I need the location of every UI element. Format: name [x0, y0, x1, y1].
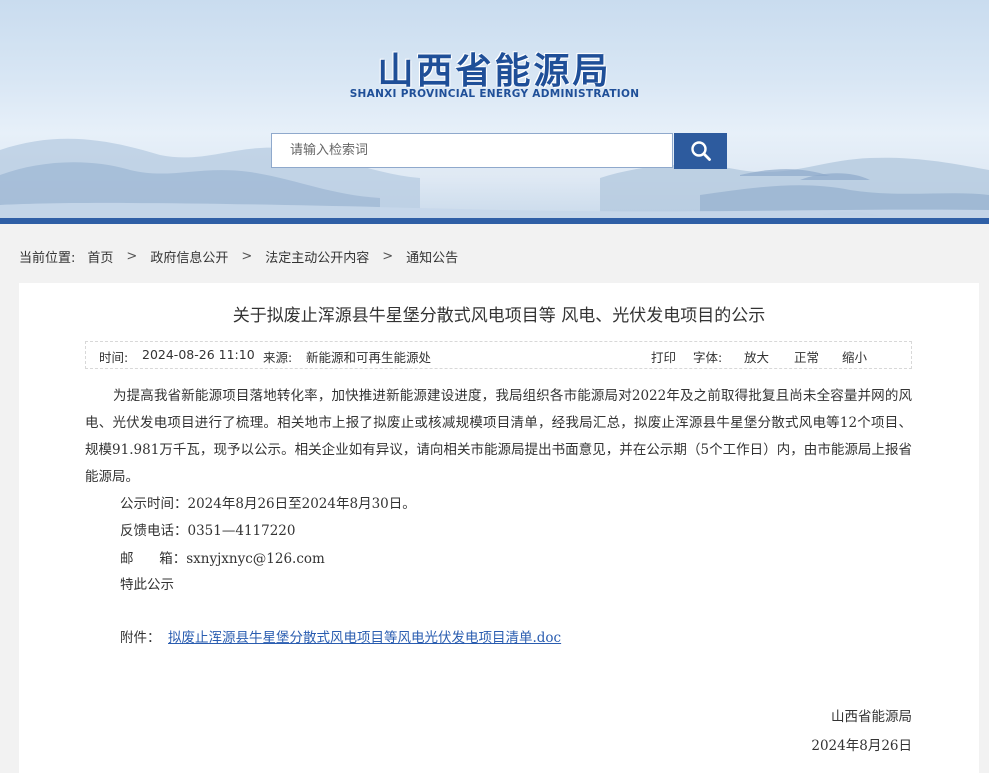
- mountain-landscape-graphic: [0, 138, 989, 222]
- feedback-phone: 反馈电话：0351—4117220: [120, 523, 296, 539]
- source-value: 新能源和可再生能源处: [306, 350, 432, 365]
- breadcrumb-home[interactable]: 首页: [87, 247, 113, 266]
- source-label: 来源:: [263, 350, 293, 365]
- publish-time-label: 时间:: [99, 350, 129, 365]
- breadcrumb-separator: >: [241, 249, 253, 264]
- font-size-label: 字体:: [693, 350, 723, 365]
- breadcrumb-separator: >: [382, 249, 394, 264]
- article-panel: 关于拟废止浑源县牛星堡分散式风电项目等 风电、光伏发电项目的公示 时间: 202…: [19, 283, 979, 773]
- publish-time: 2024-08-26 11:10: [142, 347, 255, 362]
- breadcrumb-label: 当前位置:: [19, 251, 76, 266]
- signature-date: 2024年8月26日: [811, 738, 912, 754]
- breadcrumb-gov-info[interactable]: 政府信息公开: [150, 247, 228, 266]
- header-banner: 山西省能源局 SHANXI PROVINCIAL ENERGY ADMINIST…: [0, 0, 989, 222]
- article-paragraph: 为提高我省新能源项目落地转化率，加快推进新能源建设进度，我局组织各市能源局对20…: [85, 388, 912, 485]
- article-meta-bar: 时间: 2024-08-26 11:10 来源: 新能源和可再生能源处 打印 字…: [85, 341, 912, 369]
- closing-text: 特此公示: [120, 577, 174, 593]
- search-button[interactable]: [674, 133, 727, 169]
- print-button[interactable]: 打印: [651, 350, 676, 365]
- search-bar: [271, 133, 727, 170]
- breadcrumb-notices[interactable]: 通知公告: [406, 247, 458, 266]
- search-icon: [690, 141, 711, 161]
- feedback-email: 邮 箱：sxnyjxnyc@126.com: [120, 551, 325, 567]
- font-small-button[interactable]: 缩小: [842, 350, 867, 365]
- banner-divider: [0, 218, 989, 224]
- font-normal-button[interactable]: 正常: [794, 350, 819, 365]
- signature-org: 山西省能源局: [831, 709, 912, 725]
- article-title: 关于拟废止浑源县牛星堡分散式风电项目等 风电、光伏发电项目的公示: [232, 306, 766, 326]
- notice-period: 公示时间：2024年8月26日至2024年8月30日。: [120, 496, 416, 512]
- breadcrumb-statutory[interactable]: 法定主动公开内容: [265, 247, 369, 266]
- breadcrumb-separator: >: [126, 249, 138, 264]
- search-input[interactable]: [271, 133, 673, 168]
- site-logo-subtitle: SHANXI PROVINCIAL ENERGY ADMINISTRATION: [349, 88, 640, 100]
- attachment-label: 附件：: [120, 630, 161, 646]
- article-body: 为提高我省新能源项目落地转化率，加快推进新能源建设进度，我局组织各市能源局对20…: [85, 383, 912, 491]
- font-large-button[interactable]: 放大: [744, 350, 769, 365]
- attachment-link[interactable]: 拟废止浑源县牛星堡分散式风电项目等风电光伏发电项目清单.doc: [168, 626, 561, 646]
- site-logo-title: 山西省能源局: [377, 51, 612, 92]
- breadcrumb: 当前位置: 首页 > 政府信息公开 > 法定主动公开内容 > 通知公告: [19, 247, 458, 266]
